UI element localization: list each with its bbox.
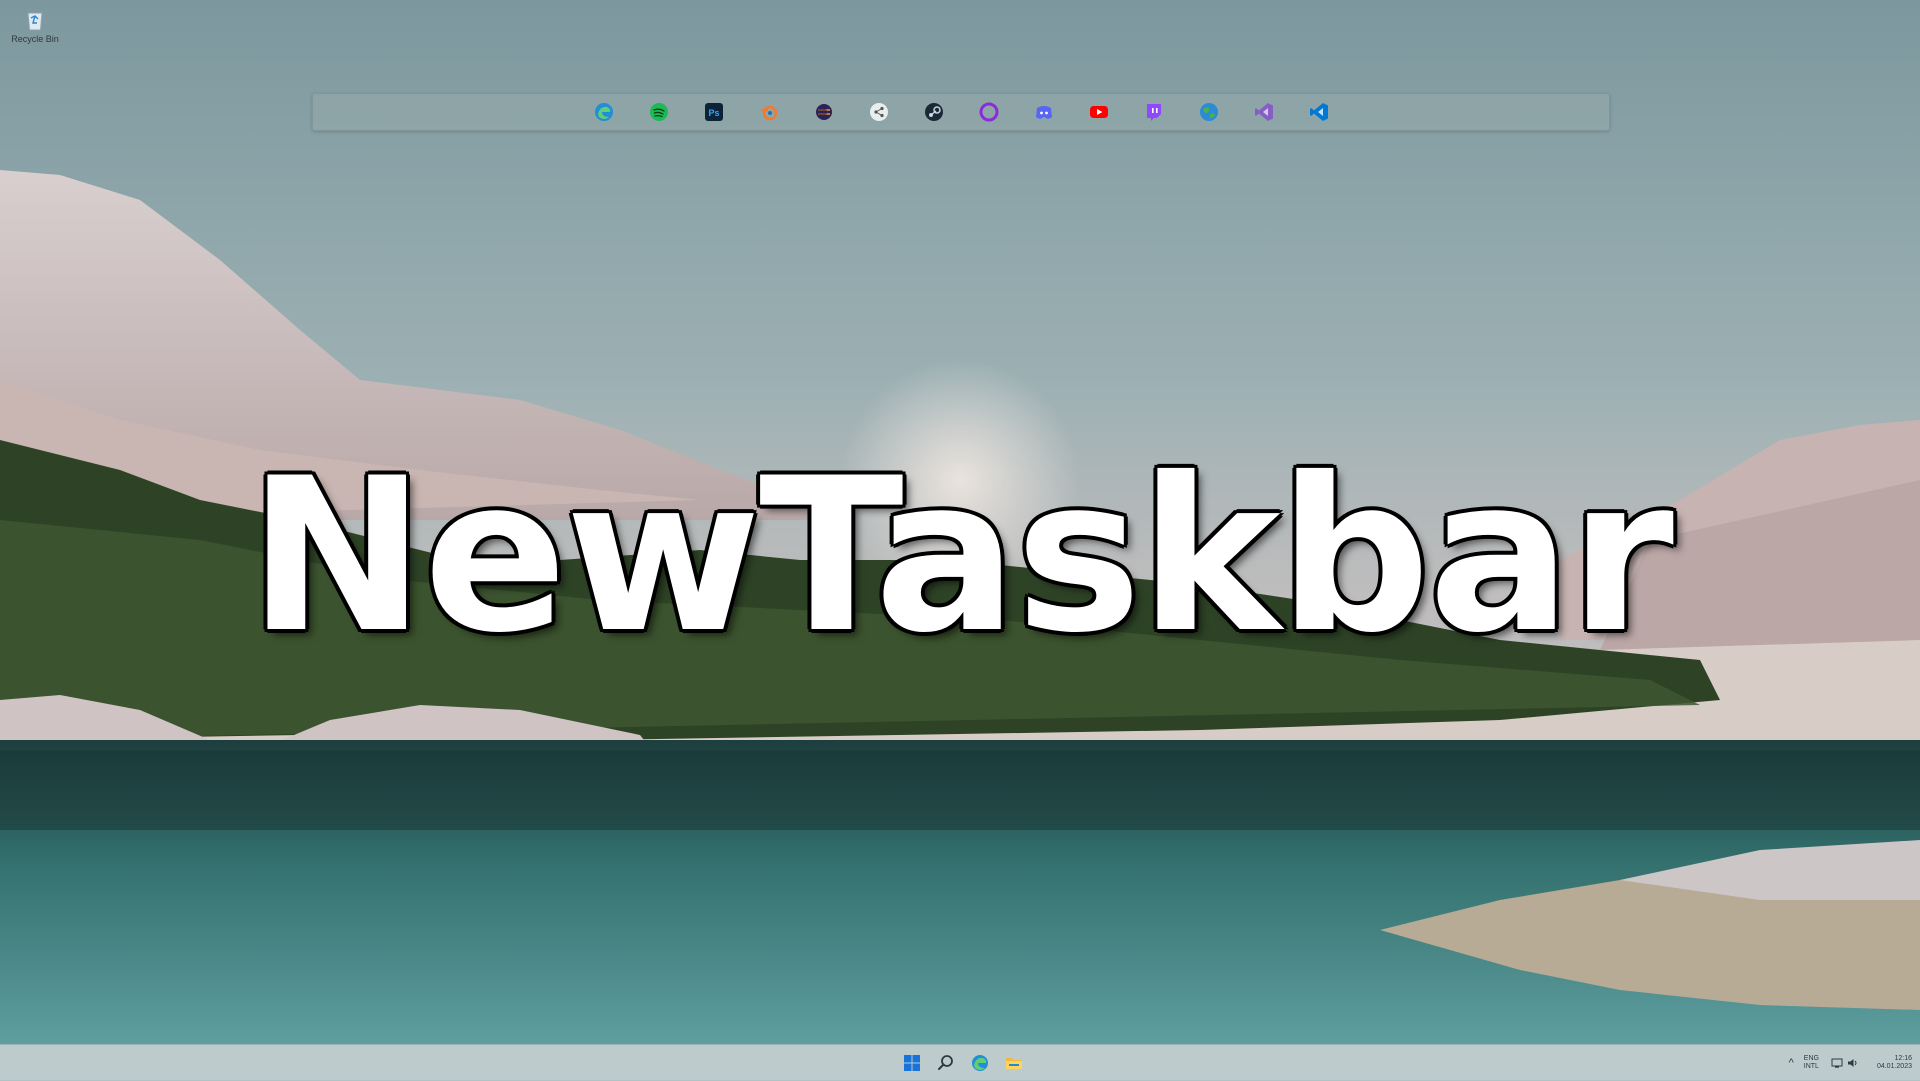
vscode-icon	[1309, 103, 1328, 121]
visual-studio-icon	[1254, 103, 1273, 121]
system-tray: ^ ENG INTL 12:16 04.01.2023	[1789, 1045, 1912, 1081]
search-icon	[938, 1055, 953, 1070]
blender-icon	[760, 105, 777, 121]
taskbar-file-explorer-button[interactable]	[999, 1048, 1029, 1078]
globe-icon	[1199, 103, 1218, 121]
input-language-indicator[interactable]: ENG INTL	[1804, 1055, 1819, 1071]
dock-app-spotify[interactable]	[646, 99, 672, 125]
discord-icon	[1035, 106, 1052, 119]
clock-date: 04.01.2023	[1876, 1063, 1912, 1070]
dock-app-youtube[interactable]	[1086, 99, 1112, 125]
top-dock-bar: Ps	[312, 93, 1610, 131]
language-code: ENG	[1803, 1055, 1819, 1062]
steam-icon	[924, 103, 943, 121]
windows-taskbar: ^ ENG INTL 12:16 04.01.2023	[0, 1044, 1920, 1081]
recycle-bin-icon	[22, 6, 48, 32]
language-layout: INTL	[1803, 1063, 1819, 1070]
dock-app-circle[interactable]	[976, 99, 1002, 125]
dock-app-discord[interactable]	[1031, 99, 1057, 125]
recycle-bin-label: Recycle Bin	[11, 34, 59, 44]
dock-app-twitch[interactable]	[1141, 99, 1167, 125]
taskbar-clock[interactable]: 12:16 04.01.2023	[1877, 1055, 1912, 1071]
start-button-icon	[904, 1055, 920, 1071]
dock-app-eclipse[interactable]	[811, 99, 837, 125]
dock-app-visual-studio[interactable]	[1251, 99, 1277, 125]
show-hidden-icons-chevron-icon[interactable]: ^	[1789, 1057, 1794, 1069]
dock-app-blender[interactable]	[756, 99, 782, 125]
dock-app-steam[interactable]	[921, 99, 947, 125]
dock-icon-row: Ps	[313, 94, 1609, 130]
twitch-icon	[1146, 104, 1161, 121]
eclipse-icon	[815, 104, 832, 120]
start-button[interactable]	[897, 1048, 927, 1078]
taskbar-center-group	[895, 1048, 1031, 1078]
clock-time: 12:16	[1894, 1055, 1912, 1062]
svg-text:Ps: Ps	[708, 108, 719, 118]
volume-icon	[1847, 1059, 1857, 1067]
share-icon	[869, 103, 888, 121]
dock-app-share[interactable]	[866, 99, 892, 125]
photoshop-icon: Ps	[704, 103, 723, 121]
file-explorer-icon	[1006, 1058, 1022, 1069]
recycle-bin-desktop-icon[interactable]: Recycle Bin	[6, 6, 64, 58]
network-icon	[1831, 1058, 1843, 1068]
taskbar-search-button[interactable]	[931, 1048, 961, 1078]
quick-settings-button[interactable]	[1831, 1057, 1863, 1069]
youtube-icon	[1089, 106, 1108, 118]
dock-app-photoshop[interactable]: Ps	[701, 99, 727, 125]
edge-taskbar-icon	[972, 1055, 988, 1071]
edge-icon	[594, 103, 613, 121]
taskbar-edge-button[interactable]	[965, 1048, 995, 1078]
dock-app-vscode[interactable]	[1306, 99, 1332, 125]
dock-app-edge[interactable]	[591, 99, 617, 125]
spotify-icon	[649, 103, 668, 121]
dock-app-globe[interactable]	[1196, 99, 1222, 125]
circle-app-icon	[979, 102, 998, 122]
hero-title: NewTaskbar	[248, 432, 1674, 679]
